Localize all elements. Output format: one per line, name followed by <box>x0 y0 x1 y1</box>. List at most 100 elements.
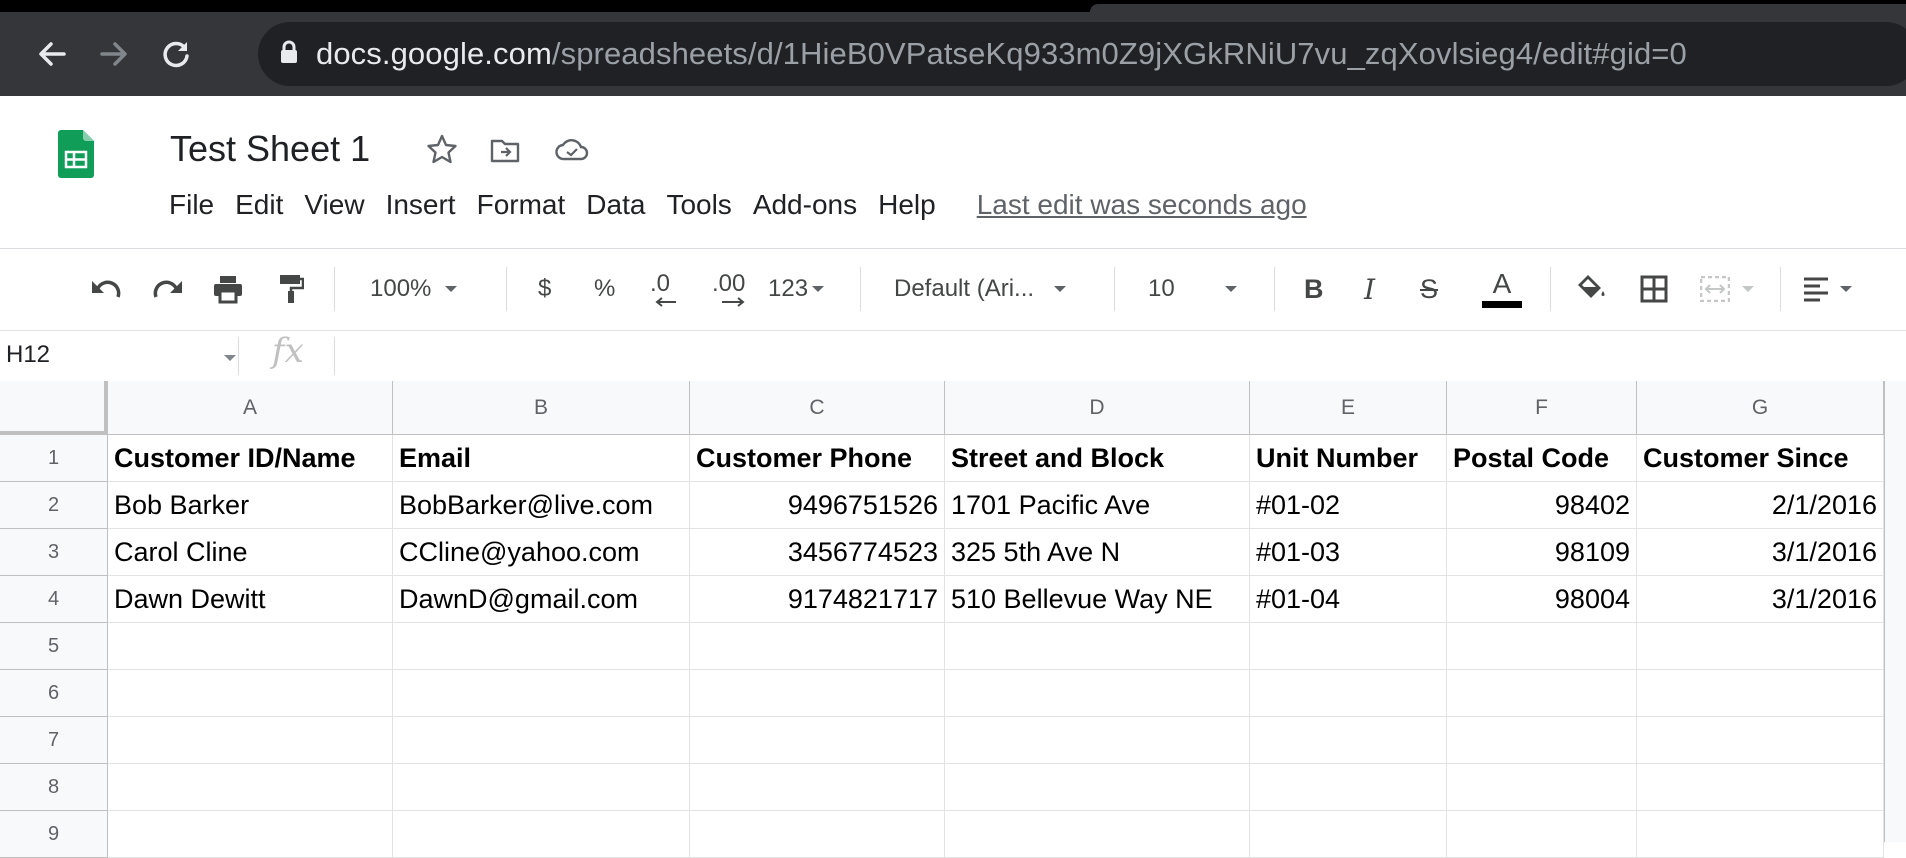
cell-a6[interactable] <box>108 670 393 717</box>
chevron-down-icon[interactable] <box>224 355 236 361</box>
menu-data[interactable]: Data <box>586 189 645 221</box>
cell-g2[interactable]: 2/1/2016 <box>1637 482 1884 529</box>
cell-a2[interactable]: Bob Barker <box>108 482 393 529</box>
cell-g3[interactable]: 3/1/2016 <box>1637 529 1884 576</box>
menu-help[interactable]: Help <box>878 189 936 221</box>
cell-f8[interactable] <box>1447 764 1637 811</box>
cell-c2[interactable]: 9496751526 <box>690 482 945 529</box>
cell-g7[interactable] <box>1637 717 1884 764</box>
cloud-status-icon[interactable] <box>555 138 589 167</box>
cell-e7[interactable] <box>1250 717 1447 764</box>
cell-a1[interactable]: Customer ID/Name <box>108 435 393 482</box>
cell-e8[interactable] <box>1250 764 1447 811</box>
cell-c9[interactable] <box>690 811 945 858</box>
percent-format-button[interactable]: % <box>594 271 615 307</box>
row-header-1[interactable]: 1 <box>0 435 108 482</box>
cell-f3[interactable]: 98109 <box>1447 529 1637 576</box>
cell-d6[interactable] <box>945 670 1250 717</box>
cell-f2[interactable]: 98402 <box>1447 482 1637 529</box>
cell-c7[interactable] <box>690 717 945 764</box>
cell-b5[interactable] <box>393 623 690 670</box>
bold-button[interactable]: B <box>1304 271 1324 307</box>
select-all-corner[interactable] <box>0 381 108 435</box>
italic-button[interactable]: I <box>1364 271 1375 307</box>
cell-c6[interactable] <box>690 670 945 717</box>
cell-f4[interactable]: 98004 <box>1447 576 1637 623</box>
cell-e2[interactable]: #01-02 <box>1250 482 1447 529</box>
column-header-e[interactable]: E <box>1250 381 1447 435</box>
cell-e6[interactable] <box>1250 670 1447 717</box>
cell-e5[interactable] <box>1250 623 1447 670</box>
cell-g5[interactable] <box>1637 623 1884 670</box>
row-header-5[interactable]: 5 <box>0 623 108 670</box>
cell-f9[interactable] <box>1447 811 1637 858</box>
cell-d4[interactable]: 510 Bellevue Way NE <box>945 576 1250 623</box>
cell-g1[interactable]: Customer Since <box>1637 435 1884 482</box>
cell-a8[interactable] <box>108 764 393 811</box>
move-to-folder-icon[interactable] <box>490 137 520 168</box>
cell-a7[interactable] <box>108 717 393 764</box>
cell-a9[interactable] <box>108 811 393 858</box>
cell-c4[interactable]: 9174821717 <box>690 576 945 623</box>
text-color-button[interactable]: A <box>1482 267 1522 315</box>
menu-view[interactable]: View <box>304 189 364 221</box>
horizontal-align-icon[interactable] <box>1802 271 1852 307</box>
row-header-6[interactable]: 6 <box>0 670 108 717</box>
menu-tools[interactable]: Tools <box>666 189 731 221</box>
row-header-4[interactable]: 4 <box>0 576 108 623</box>
cell-d7[interactable] <box>945 717 1250 764</box>
column-header-g[interactable]: G <box>1637 381 1884 435</box>
menu-format[interactable]: Format <box>477 189 566 221</box>
zoom-select[interactable]: 100% <box>370 271 458 307</box>
more-formats-button[interactable]: 123 <box>768 271 825 307</box>
menu-edit[interactable]: Edit <box>235 189 283 221</box>
cell-b8[interactable] <box>393 764 690 811</box>
fill-color-icon[interactable] <box>1576 271 1608 307</box>
cell-c3[interactable]: 3456774523 <box>690 529 945 576</box>
column-header-b[interactable]: B <box>393 381 690 435</box>
cell-d8[interactable] <box>945 764 1250 811</box>
cell-f7[interactable] <box>1447 717 1637 764</box>
cell-b7[interactable] <box>393 717 690 764</box>
cell-d5[interactable] <box>945 623 1250 670</box>
cell-b2[interactable]: BobBarker@live.com <box>393 482 690 529</box>
cell-g9[interactable] <box>1637 811 1884 858</box>
column-header-d[interactable]: D <box>945 381 1250 435</box>
cell-b4[interactable]: DawnD@gmail.com <box>393 576 690 623</box>
doc-title[interactable]: Test Sheet 1 <box>170 128 370 170</box>
font-select[interactable]: Default (Ari... <box>894 271 1067 307</box>
star-icon[interactable] <box>426 133 458 170</box>
print-icon[interactable] <box>212 271 244 307</box>
cell-g6[interactable] <box>1637 670 1884 717</box>
cell-g4[interactable]: 3/1/2016 <box>1637 576 1884 623</box>
row-header-3[interactable]: 3 <box>0 529 108 576</box>
column-header-a[interactable]: A <box>108 381 393 435</box>
cell-c1[interactable]: Customer Phone <box>690 435 945 482</box>
back-arrow-icon[interactable] <box>30 32 74 76</box>
menu-add-ons[interactable]: Add-ons <box>753 189 857 221</box>
menu-insert[interactable]: Insert <box>386 189 456 221</box>
cell-e3[interactable]: #01-03 <box>1250 529 1447 576</box>
cell-a4[interactable]: Dawn Dewitt <box>108 576 393 623</box>
cell-f5[interactable] <box>1447 623 1637 670</box>
borders-icon[interactable] <box>1640 271 1668 307</box>
forward-arrow-icon[interactable] <box>92 32 136 76</box>
cell-c8[interactable] <box>690 764 945 811</box>
cell-b3[interactable]: CCline@yahoo.com <box>393 529 690 576</box>
cell-e1[interactable]: Unit Number <box>1250 435 1447 482</box>
paint-format-icon[interactable] <box>278 271 304 307</box>
cell-c5[interactable] <box>690 623 945 670</box>
cell-d2[interactable]: 1701 Pacific Ave <box>945 482 1250 529</box>
font-size-select[interactable]: 10 <box>1148 271 1237 307</box>
redo-icon[interactable] <box>152 271 184 307</box>
menu-file[interactable]: File <box>169 189 214 221</box>
cell-g8[interactable] <box>1637 764 1884 811</box>
currency-format-button[interactable]: $ <box>538 271 551 307</box>
last-edit-link[interactable]: Last edit was seconds ago <box>977 189 1307 221</box>
cell-d3[interactable]: 325 5th Ave N <box>945 529 1250 576</box>
column-header-c[interactable]: C <box>690 381 945 435</box>
row-header-2[interactable]: 2 <box>0 482 108 529</box>
reload-icon[interactable] <box>154 32 198 76</box>
cell-a5[interactable] <box>108 623 393 670</box>
cell-b9[interactable] <box>393 811 690 858</box>
